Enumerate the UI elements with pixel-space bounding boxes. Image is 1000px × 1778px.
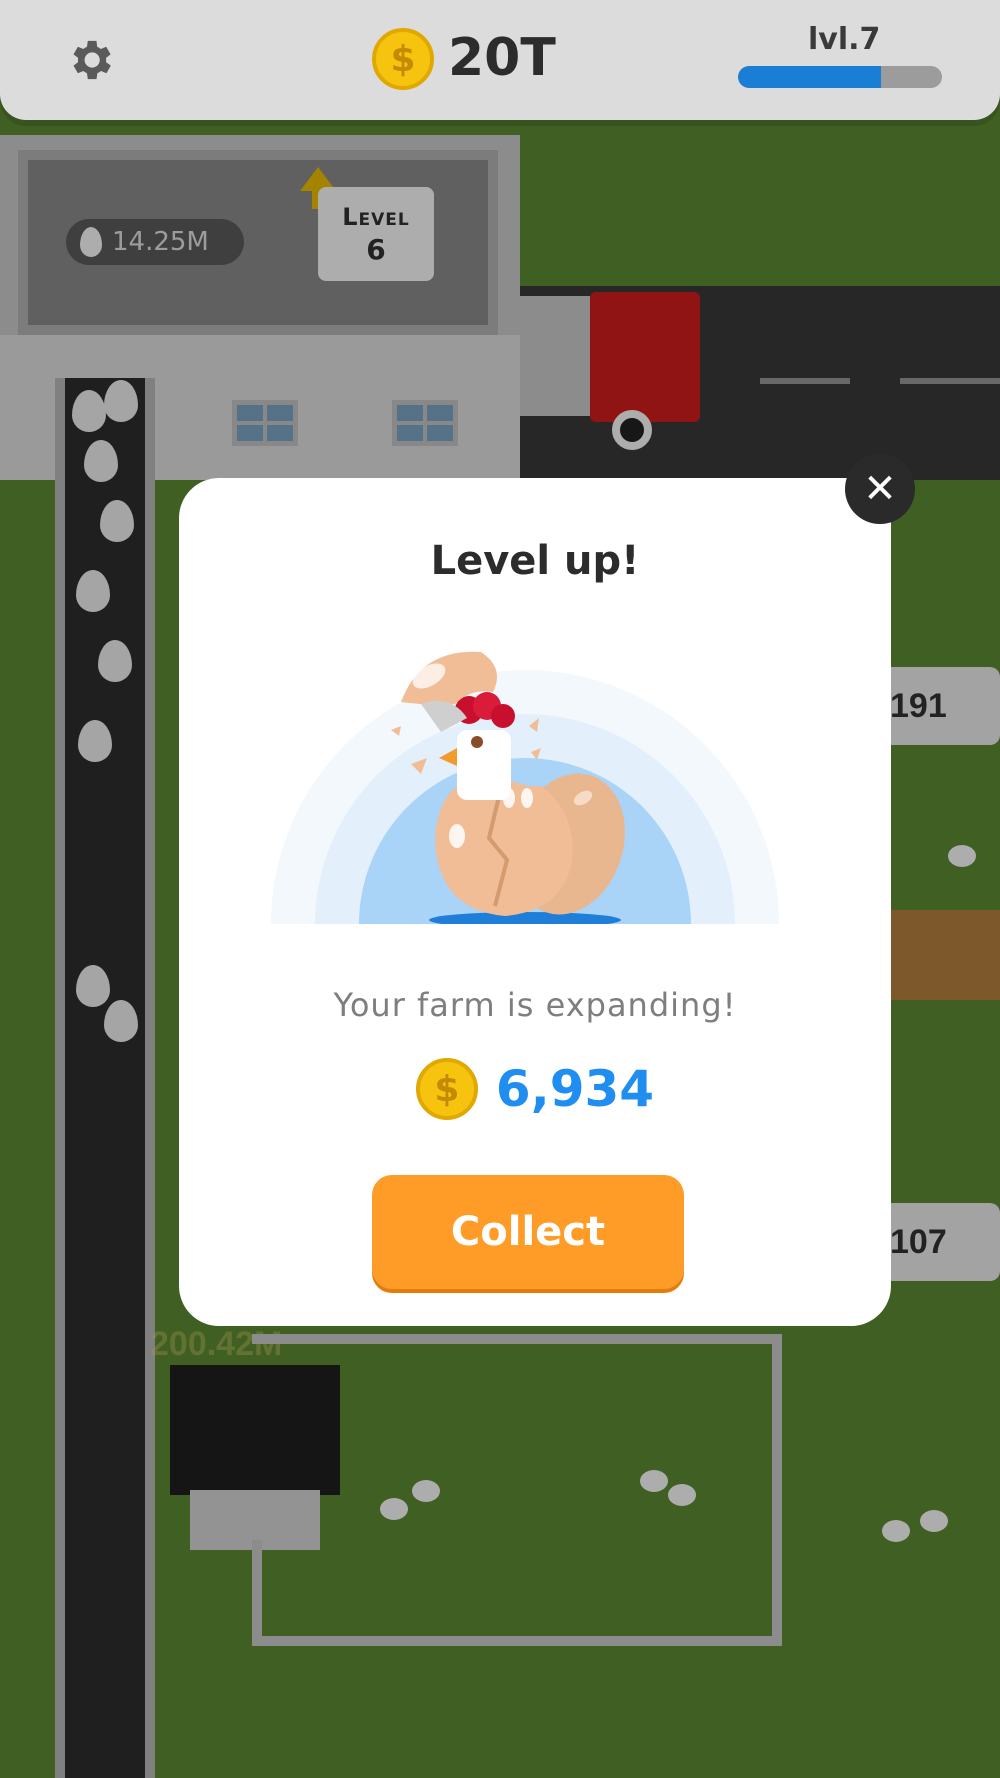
reward-row: 6,934: [179, 1058, 891, 1120]
level-up-dialog: Level up! Your farm is expanding! $ 6,93…: [179, 478, 891, 1326]
coin-icon: [372, 28, 434, 90]
settings-button[interactable]: [64, 34, 116, 86]
hatching-chicken-illustration: [271, 651, 779, 924]
level-progress-bar: [738, 66, 942, 88]
close-button[interactable]: ✕: [845, 454, 915, 524]
level-progress-fill: [738, 66, 881, 88]
dialog-title: Level up!: [430, 538, 640, 584]
gear-icon: [73, 40, 111, 80]
coin-icon: [415, 1058, 478, 1120]
reward-amount: 6,934: [495, 1060, 655, 1118]
collect-button[interactable]: Collect: [372, 1175, 684, 1289]
close-icon: ✕: [863, 466, 897, 512]
player-level: lvl.7: [808, 22, 881, 57]
top-hud: 20T lvl.7: [0, 0, 1000, 120]
currency-amount: 20T: [448, 28, 556, 88]
dialog-subtitle: Your farm is expanding!: [333, 986, 737, 1024]
